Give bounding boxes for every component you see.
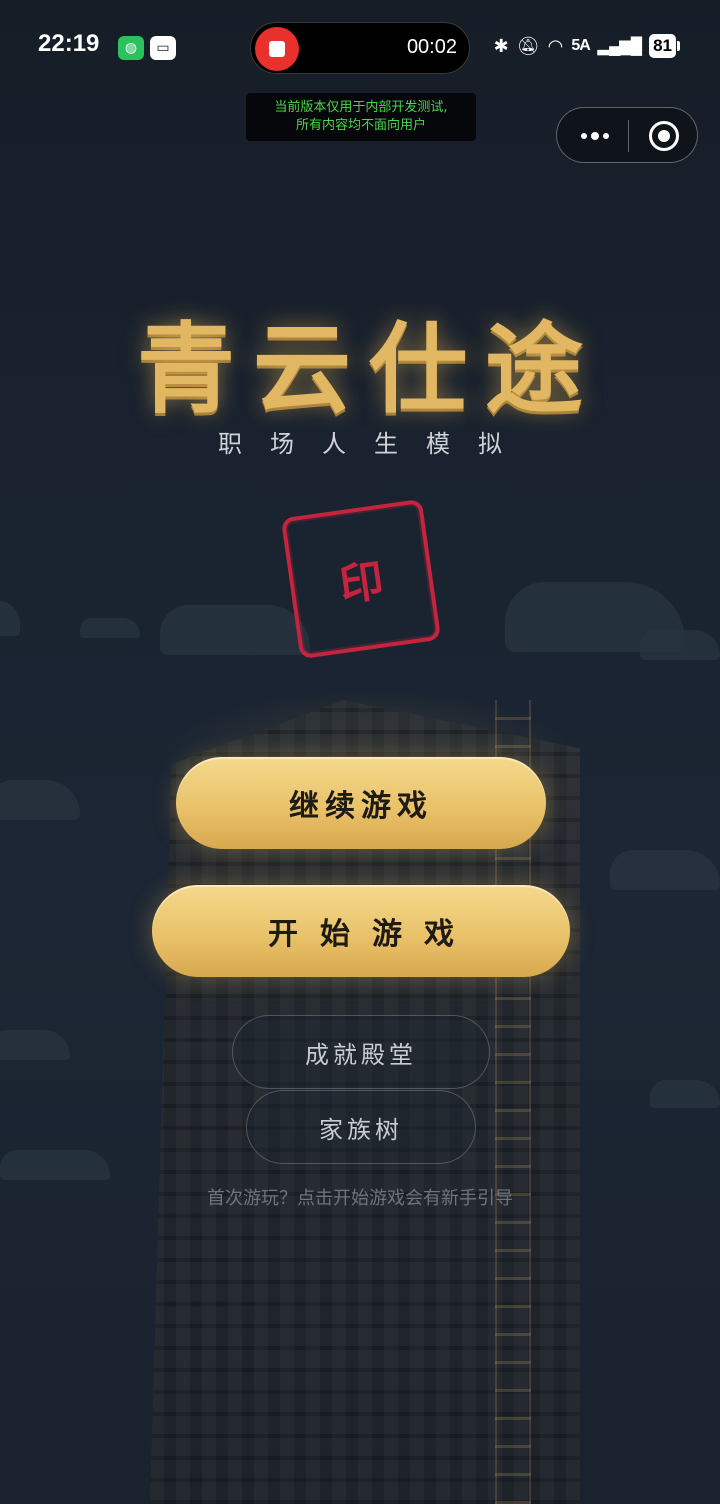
battery-tip [677,41,680,51]
game-subtitle: 职场人生模拟 [218,430,530,458]
achievements-button[interactable]: 成就殿堂 [232,1015,490,1089]
cloud [0,1030,70,1060]
cloud [650,1080,720,1108]
cloud [640,630,720,660]
recording-time: 00:02 [406,36,457,58]
cloud [80,618,140,638]
mute-icon: 🔕︎ [516,35,540,57]
dev-notice-line1: 当前版本仅用于内部开发测试, [274,100,448,115]
close-mini-program-icon[interactable] [649,121,679,151]
dev-build-notice: 当前版本仅用于内部开发测试, 所有内容均不面向用户 [246,93,476,141]
screen-recording-pill[interactable]: 00:02 [250,22,470,74]
signal-icon: ▂▄▆█ [597,38,642,55]
stop-recording-button[interactable] [255,27,299,71]
family-tree-button[interactable]: 家族树 [246,1090,476,1164]
message-icon: ▭ [150,36,176,60]
seal-stamp: 印 [280,498,442,660]
cloud [0,780,80,820]
more-icon[interactable] [575,122,615,150]
background-scene [0,0,720,1504]
battery-level: 81 [649,34,676,58]
game-title: 青云仕途 [136,313,601,427]
capsule-divider [628,120,629,152]
wechat-icon: ◍ [118,36,144,60]
mini-program-capsule [556,107,698,163]
bluetooth-icon: ✱ [493,35,509,57]
cloud [610,850,720,890]
cloud [0,1150,110,1180]
status-bar: 22:19 ◍ ▭ 00:02 ✱ 🔕︎ ◠ 5A ▂▄▆█ 81 [0,0,720,96]
network-label: 5A [571,37,590,54]
stop-icon [269,41,285,57]
start-game-button[interactable]: 开始游戏 [152,885,570,977]
newbie-hint: 首次游玩？点击开始游戏会有新手引导 [207,1188,513,1209]
status-icons: ✱ 🔕︎ ◠ 5A ▂▄▆█ 81 [494,34,680,58]
dev-notice-line2: 所有内容均不面向用户 [295,118,426,133]
status-time: 22:19 [38,30,100,57]
cloud [160,605,310,655]
wifi-icon: ◠ [547,35,564,57]
continue-game-button[interactable]: 继续游戏 [176,757,546,849]
battery-indicator: 81 [649,34,680,58]
cloud [0,600,20,636]
seal-text: 印 [336,555,387,612]
